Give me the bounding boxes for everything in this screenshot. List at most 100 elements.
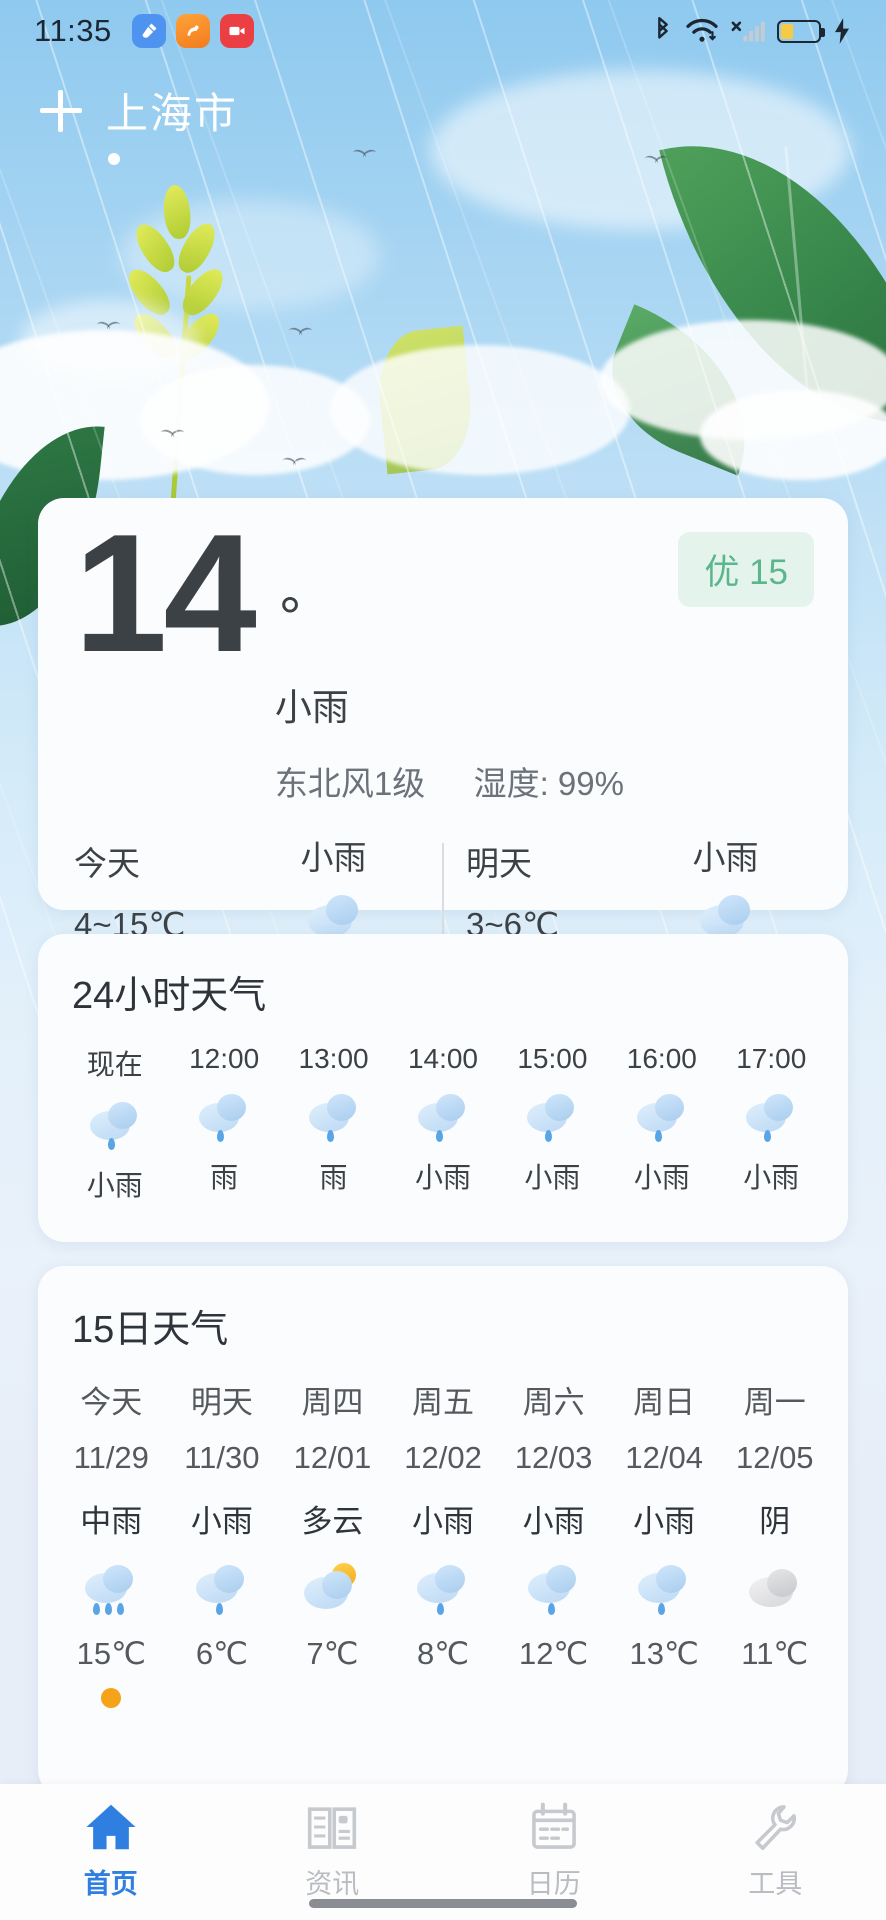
home-icon <box>86 1804 136 1850</box>
hourly-forecast-card[interactable]: 24小时天气 现在 小雨 12:00 雨 13:00 雨 14:00 小雨 15… <box>38 934 848 1242</box>
light-rain-icon <box>192 1563 252 1619</box>
bottom-navigation: 首页 资讯 日历 工具 <box>0 1784 886 1920</box>
daily-day-name: 今天 <box>80 1385 143 1420</box>
moderate-rain-icon <box>81 1563 141 1619</box>
nav-item-calendar[interactable]: 日历 <box>443 1800 665 1901</box>
tools-icon <box>755 1805 797 1850</box>
home-indicator-bar[interactable] <box>309 1899 577 1908</box>
light-rain-icon <box>305 1091 363 1142</box>
nav-label-tools: 工具 <box>748 1869 803 1899</box>
card-divider <box>442 842 444 939</box>
selected-day-dot <box>101 1688 122 1708</box>
notification-icons <box>131 14 254 48</box>
light-rain-icon <box>413 1563 473 1619</box>
news-icon <box>308 1807 357 1849</box>
hourly-condition: 小雨 <box>743 1162 800 1193</box>
hourly-list[interactable]: 现在 小雨 12:00 雨 13:00 雨 14:00 小雨 15:00 小雨 … <box>38 1019 848 1204</box>
daily-temp: 11℃ <box>741 1636 809 1671</box>
today-condition-group: 小雨 <box>247 831 420 950</box>
light-rain-icon <box>414 1091 472 1142</box>
nav-item-tools[interactable]: 工具 <box>665 1800 886 1901</box>
battery-charging-icon <box>777 19 825 43</box>
add-city-icon[interactable] <box>40 89 82 132</box>
daily-title: 15日天气 <box>72 1309 229 1351</box>
content-area: 14 ° 小雨 东北风1级 湿度: 99% 优 15 今天 4~15℃ 小雨 明… <box>0 0 886 1920</box>
tomorrow-label: 明天 <box>466 845 532 882</box>
daily-date: 12/02 <box>404 1440 482 1475</box>
light-rain-icon <box>524 1563 584 1619</box>
today-condition: 小雨 <box>300 839 367 876</box>
hourly-item[interactable]: 16:00 小雨 <box>607 1043 716 1204</box>
daily-day-name: 周六 <box>522 1385 585 1420</box>
daily-date: 12/01 <box>293 1440 372 1475</box>
nav-item-home[interactable]: 首页 <box>0 1800 222 1901</box>
daily-item[interactable]: 周一 12/05 阴 11℃ <box>719 1377 830 1708</box>
daily-condition: 小雨 <box>190 1504 253 1539</box>
daily-item[interactable]: 明天 11/30 小雨 6℃ <box>167 1377 278 1708</box>
daily-day-name: 周日 <box>633 1385 696 1420</box>
daily-item[interactable]: 周四 12/01 多云 7℃ <box>277 1377 388 1708</box>
status-bar: 11:35 <box>0 0 886 62</box>
nav-label-calendar: 日历 <box>526 1869 581 1899</box>
city-name[interactable]: 上海市 <box>106 80 238 141</box>
daily-temp: 13℃ <box>629 1636 699 1671</box>
signal-no-service-icon <box>731 21 765 42</box>
light-rain-icon <box>523 1091 581 1142</box>
hourly-time: 12:00 <box>189 1043 260 1074</box>
screen-record-icon <box>219 14 254 48</box>
humidity-info: 湿度: 99% <box>473 765 624 802</box>
current-weather-card[interactable]: 14 ° 小雨 东北风1级 湿度: 99% 优 15 今天 4~15℃ 小雨 明… <box>38 498 848 947</box>
degree-symbol: ° <box>278 585 302 648</box>
hourly-condition: 小雨 <box>633 1162 690 1193</box>
hourly-item[interactable]: 12:00 雨 <box>169 1043 278 1204</box>
hourly-item[interactable]: 17:00 小雨 <box>717 1043 826 1204</box>
current-condition: 小雨 <box>274 687 349 728</box>
tomorrow-condition: 小雨 <box>692 839 759 876</box>
daily-date: 12/03 <box>514 1440 593 1475</box>
hourly-time: 14:00 <box>407 1043 479 1074</box>
daily-condition: 小雨 <box>522 1504 585 1539</box>
hourly-item[interactable]: 13:00 雨 <box>279 1043 388 1204</box>
current-temperature: 14 <box>74 499 257 687</box>
daily-date: 11/29 <box>73 1440 149 1475</box>
hourly-time: 13:00 <box>298 1043 369 1074</box>
daily-condition: 阴 <box>759 1504 791 1539</box>
hourly-item[interactable]: 14:00 小雨 <box>388 1043 497 1204</box>
daily-temp: 8℃ <box>416 1636 470 1671</box>
daily-condition: 多云 <box>301 1504 364 1539</box>
daily-list[interactable]: 今天 11/29 中雨 15℃ 明天 11/30 小雨 6℃ 周四 12/01 … <box>38 1353 848 1708</box>
daily-forecast-card[interactable]: 15日天气 今天 11/29 中雨 15℃ 明天 11/30 小雨 6℃ 周四 … <box>38 1266 848 1796</box>
light-rain-icon <box>195 1091 253 1142</box>
page-dot[interactable] <box>108 153 120 165</box>
daily-item[interactable]: 周六 12/03 小雨 12℃ <box>498 1377 609 1708</box>
hourly-item[interactable]: 15:00 小雨 <box>498 1043 607 1204</box>
hourly-item[interactable]: 现在 小雨 <box>60 1043 169 1204</box>
hourly-time: 15:00 <box>517 1043 588 1074</box>
daily-day-name: 周五 <box>412 1385 475 1420</box>
status-bar-indicators <box>652 16 852 46</box>
aqi-badge[interactable]: 优 15 <box>678 532 814 607</box>
daily-item[interactable]: 周五 12/02 小雨 8℃ <box>388 1377 499 1708</box>
today-summary: 今天 4~15℃ <box>74 837 247 944</box>
daily-date: 12/05 <box>735 1440 814 1475</box>
light-rain-icon <box>86 1099 144 1150</box>
cleaner-icon <box>131 14 166 48</box>
daily-day-name: 明天 <box>190 1385 253 1420</box>
nav-label-news: 资讯 <box>305 1869 360 1899</box>
daily-temp: 12℃ <box>518 1636 589 1671</box>
bluetooth-icon <box>658 16 668 39</box>
hourly-time: 现在 <box>86 1049 143 1080</box>
nav-item-news[interactable]: 资讯 <box>222 1800 444 1901</box>
hourly-time: 16:00 <box>626 1043 697 1074</box>
daily-item[interactable]: 周日 12/04 小雨 13℃ <box>609 1377 720 1708</box>
daily-temp: 6℃ <box>195 1636 248 1671</box>
light-rain-icon <box>633 1091 691 1142</box>
status-bar-clock: 11:35 <box>34 13 112 48</box>
daily-item[interactable]: 今天 11/29 中雨 15℃ <box>56 1377 167 1708</box>
nav-label-home: 首页 <box>83 1869 138 1899</box>
hourly-title: 24小时天气 <box>72 975 267 1017</box>
hourly-condition: 雨 <box>210 1162 239 1193</box>
hourly-condition: 小雨 <box>524 1162 581 1193</box>
hourly-condition: 小雨 <box>414 1162 471 1193</box>
today-label: 今天 <box>74 845 140 882</box>
